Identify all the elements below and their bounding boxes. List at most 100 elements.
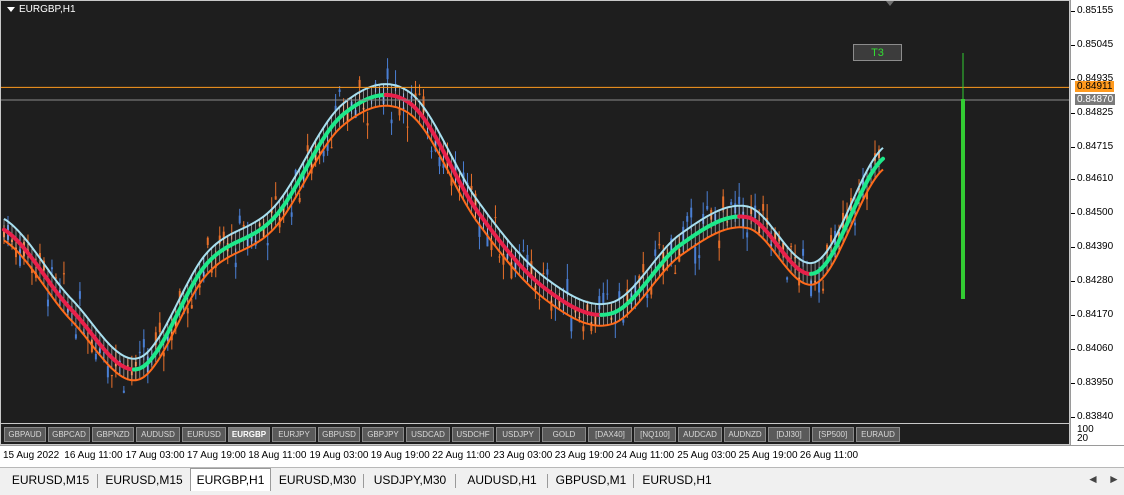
candle-body bbox=[158, 322, 161, 332]
symbol-button-eurjpy[interactable]: EURJPY bbox=[272, 427, 316, 442]
symbol-button-euraud[interactable]: EURAUD bbox=[856, 427, 900, 442]
symbol-button-usdjpy[interactable]: USDJPY bbox=[496, 427, 540, 442]
price-label: 0.84170 bbox=[1077, 309, 1114, 321]
symbol-button-gbpusd[interactable]: GBPUSD bbox=[318, 427, 360, 442]
time-label: 23 Aug 19:00 bbox=[554, 450, 614, 461]
symbol-button-usdcad[interactable]: USDCAD bbox=[406, 427, 450, 442]
candle-body bbox=[306, 145, 309, 152]
t3-signal-label[interactable]: T3 bbox=[853, 44, 902, 61]
candle-body bbox=[206, 237, 209, 245]
symbol-button-dji30[interactable]: [DJI30] bbox=[768, 427, 810, 442]
candle-body bbox=[46, 299, 49, 307]
time-axis[interactable]: 15 Aug 2022 16 Aug 11:00 17 Aug 03:00 17 Au… bbox=[0, 445, 1124, 467]
symbol-button-audusd[interactable]: AUDUSD bbox=[136, 427, 180, 442]
price-tick bbox=[1071, 112, 1075, 114]
price-chart-svg bbox=[1, 53, 1069, 394]
candle-body bbox=[274, 196, 277, 200]
signal-bar bbox=[961, 99, 965, 299]
candle-body bbox=[606, 293, 609, 295]
midline-up-segment bbox=[131, 92, 388, 372]
candle-body bbox=[142, 339, 145, 348]
chart-tab[interactable]: EURUSD,M15 bbox=[3, 470, 98, 490]
symbol-button-eurgbp[interactable]: EURGBP bbox=[228, 427, 270, 442]
tab-scroll-right-icon[interactable]: ► bbox=[1108, 472, 1120, 486]
chart-tab[interactable]: EURUSD,H1 bbox=[634, 470, 720, 490]
chart-tab[interactable]: AUDUSD,H1 bbox=[456, 470, 548, 490]
price-tick bbox=[1071, 78, 1075, 80]
terminal-window: EURGBP,H1 T3 0.85155 0.85045 0.84935 0.8482… bbox=[0, 0, 1124, 495]
symbol-button-eurusd[interactable]: EURUSD bbox=[182, 427, 226, 442]
chart-plot-area[interactable]: EURGBP,H1 T3 bbox=[0, 0, 1070, 424]
time-label: 19 Aug 03:00 bbox=[309, 450, 369, 461]
candle-body bbox=[622, 319, 625, 323]
time-label: 15 Aug 2022 bbox=[3, 450, 60, 461]
symbol-button-sp500[interactable]: [SP500] bbox=[812, 427, 854, 442]
candle-body bbox=[498, 256, 501, 258]
candle-body bbox=[690, 207, 693, 218]
price-label: 0.84715 bbox=[1077, 140, 1114, 152]
candle-body bbox=[106, 365, 109, 378]
chart-tab[interactable]: EURUSD,M30 bbox=[271, 470, 364, 490]
chart-tab[interactable]: EURUSD,M15 bbox=[98, 470, 190, 490]
chart-tab[interactable]: GBPUSD,M1 bbox=[548, 470, 634, 490]
price-label: 0.85045 bbox=[1077, 38, 1114, 50]
candle-body bbox=[110, 374, 113, 377]
symbol-button-audnzd[interactable]: AUDNZD bbox=[724, 427, 766, 442]
candle-body bbox=[538, 299, 541, 301]
candle-body bbox=[290, 212, 293, 217]
candle-body bbox=[822, 288, 825, 291]
symbol-button-gbpjpy[interactable]: GBPJPY bbox=[362, 427, 404, 442]
time-label: 19 Aug 19:00 bbox=[370, 450, 430, 461]
time-label: 23 Aug 03:00 bbox=[493, 450, 553, 461]
candle-body bbox=[190, 305, 193, 309]
price-label: 0.84825 bbox=[1077, 106, 1114, 118]
symbol-button-gbpnzd[interactable]: GBPNZD bbox=[92, 427, 134, 442]
time-label: 16 Aug 11:00 bbox=[64, 450, 123, 461]
symbol-button-gold[interactable]: GOLD bbox=[542, 427, 586, 442]
candle-body bbox=[746, 232, 749, 238]
price-axis[interactable]: 0.85155 0.85045 0.84935 0.84825 0.84715 0.846… bbox=[1070, 0, 1124, 445]
candle-body bbox=[730, 202, 733, 205]
price-tick bbox=[1071, 11, 1075, 12]
candle-body bbox=[762, 204, 765, 211]
time-label: 17 Aug 03:00 bbox=[125, 450, 185, 461]
candle-body bbox=[654, 249, 657, 256]
symbol-button-dax40[interactable]: [DAX40] bbox=[588, 427, 632, 442]
candle-body bbox=[330, 147, 333, 149]
secondary-price-badge: 0.84870 bbox=[1075, 93, 1116, 105]
candle-body bbox=[338, 89, 341, 92]
candle-body bbox=[546, 269, 549, 275]
symbol-button-gbpaud[interactable]: GBPAUD bbox=[4, 427, 46, 442]
chart-tab-bar: ◄ ► EURUSD,M15 EURUSD,M15 EURGBP,H1 EURUSD,… bbox=[0, 467, 1124, 495]
symbol-button-audcad[interactable]: AUDCAD bbox=[678, 427, 722, 442]
candle-body bbox=[438, 157, 441, 167]
time-label: 22 Aug 11:00 bbox=[432, 450, 491, 461]
current-price-badge: 0.84911 bbox=[1075, 81, 1115, 93]
candle-body bbox=[694, 246, 697, 264]
candle-body bbox=[358, 79, 361, 87]
candle-body bbox=[266, 242, 269, 246]
symbol-button-nq100[interactable]: [NQ100] bbox=[634, 427, 676, 442]
price-tick bbox=[1071, 383, 1075, 385]
time-label: 25 Aug 19:00 bbox=[738, 450, 798, 461]
candle-body bbox=[646, 294, 649, 298]
time-label: 18 Aug 11:00 bbox=[248, 450, 307, 461]
candle-body bbox=[186, 308, 189, 314]
candle-body bbox=[718, 240, 721, 249]
candle-body bbox=[698, 255, 701, 259]
chart-tab[interactable]: USDJPY,M30 bbox=[364, 470, 456, 490]
candle-body bbox=[138, 351, 141, 354]
symbol-button-gbpcad[interactable]: GBPCAD bbox=[48, 427, 90, 442]
symbol-button-usdchf[interactable]: USDCHF bbox=[452, 427, 494, 442]
candle-body bbox=[570, 316, 573, 332]
candle-body bbox=[686, 216, 689, 222]
price-tick bbox=[1071, 44, 1075, 46]
tab-scroll-left-icon[interactable]: ◄ bbox=[1087, 472, 1099, 486]
time-label: 24 Aug 11:00 bbox=[616, 450, 675, 461]
candle-body bbox=[238, 215, 241, 224]
candle-body bbox=[494, 217, 497, 219]
price-tick bbox=[1071, 417, 1075, 418]
midline-down-segment bbox=[383, 92, 604, 317]
chart-tab[interactable]: EURGBP,H1 bbox=[190, 468, 271, 491]
candle-body bbox=[582, 326, 585, 332]
